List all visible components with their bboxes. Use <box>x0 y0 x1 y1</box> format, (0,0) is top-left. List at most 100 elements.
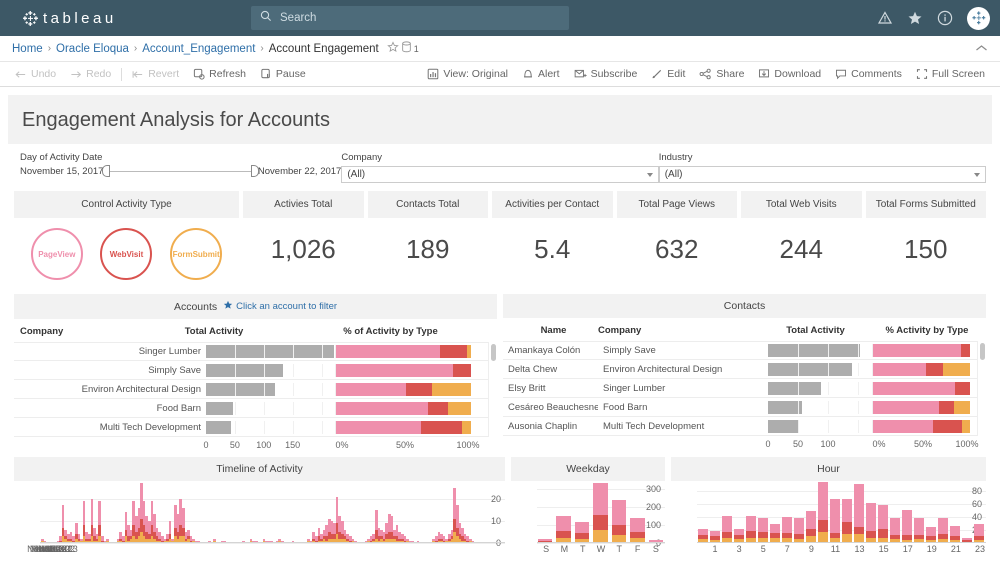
bar-column[interactable] <box>698 481 708 543</box>
slider-handle-start[interactable] <box>102 165 111 177</box>
bar-column[interactable] <box>974 481 984 543</box>
activity-type-button-pageview[interactable]: PageView <box>30 228 83 280</box>
scrollbar-thumb[interactable] <box>490 344 496 361</box>
kpi-activities-per-contact[interactable]: Activities per Contact 5.4 <box>492 191 613 288</box>
gridline <box>234 420 236 434</box>
alerts-warning-icon[interactable] <box>877 10 893 26</box>
vertical-scrollbar[interactable] <box>488 342 497 437</box>
table-row[interactable]: Cesáreo Beauchesne Food Barn <box>503 398 986 417</box>
breadcrumb-item-project[interactable]: Oracle Eloqua <box>56 43 129 55</box>
alert-button[interactable]: Alert <box>515 68 567 80</box>
full-screen-button[interactable]: Full Screen <box>909 68 992 80</box>
star-outline-icon[interactable] <box>386 40 399 58</box>
kpi-activities-total[interactable]: Activies Total 1,026 <box>243 191 364 288</box>
bar-column[interactable] <box>477 481 480 543</box>
bar-column[interactable] <box>890 481 900 543</box>
table-row[interactable]: Food Barn <box>14 399 497 418</box>
x-axis-tick: 9 <box>808 544 814 554</box>
tableau-logo[interactable]: tableau <box>22 10 117 27</box>
bar-column[interactable] <box>648 481 663 543</box>
accounts-table[interactable]: Singer Lumber Simply Save Environ Architec… <box>14 342 497 437</box>
bar-column[interactable] <box>593 481 608 543</box>
pause-button[interactable]: Pause <box>253 62 313 86</box>
bar-column[interactable] <box>710 481 720 543</box>
kpi-total-forms-submitted[interactable]: Total Forms Submitted 150 <box>865 191 986 288</box>
stack-segment <box>336 382 407 396</box>
user-avatar[interactable] <box>967 6 990 30</box>
table-row[interactable]: Multi Tech Development <box>14 418 497 437</box>
table-row[interactable]: Environ Architectural Design <box>14 380 497 399</box>
cell-company: Environ Architectural Design <box>603 363 723 375</box>
bar-column[interactable] <box>574 481 590 543</box>
bar-column[interactable] <box>878 481 888 543</box>
weekday-plot[interactable]: 0 100 200 300 <box>511 481 665 548</box>
slider-handle-end[interactable] <box>250 165 259 177</box>
refresh-button[interactable]: Refresh <box>186 62 253 86</box>
bar-column[interactable] <box>830 481 840 543</box>
kpi-total-page-views[interactable]: Total Page Views 632 <box>616 191 737 288</box>
bar-column[interactable] <box>538 481 553 543</box>
table-row[interactable]: Simply Save <box>14 361 497 380</box>
info-icon[interactable] <box>937 10 953 26</box>
bar-column[interactable] <box>854 481 864 543</box>
bar-column[interactable] <box>556 481 571 543</box>
bar-column[interactable] <box>758 481 768 543</box>
table-row[interactable]: Delta Chew Environ Architectural Design <box>503 360 986 379</box>
contacts-table[interactable]: Amankaya Colón Simply Save Delta Chew Envir… <box>503 341 986 436</box>
bar-column[interactable] <box>722 481 732 543</box>
bar-column[interactable] <box>866 481 876 543</box>
view-original-button[interactable]: View: Original <box>420 68 515 80</box>
bar-column[interactable] <box>902 481 912 543</box>
edit-button[interactable]: Edit <box>644 68 692 80</box>
bar-segment <box>611 499 627 526</box>
chevron-up-icon[interactable] <box>975 40 988 58</box>
revert-button[interactable]: Revert <box>125 62 186 86</box>
bar-column[interactable] <box>926 481 936 543</box>
bar-column[interactable] <box>770 481 780 543</box>
industry-dropdown[interactable]: (All) <box>658 166 987 183</box>
comments-button[interactable]: Comments <box>828 68 909 80</box>
bar-column[interactable] <box>818 481 828 543</box>
hour-plot[interactable]: 20406080 <box>671 481 986 543</box>
slider-track[interactable] <box>102 165 259 177</box>
search-input[interactable]: Search <box>251 6 569 30</box>
activity-type-button-webvisit[interactable]: WebVisit <box>100 228 153 280</box>
bar-column[interactable] <box>806 481 816 543</box>
bar-column[interactable] <box>630 481 645 543</box>
undo-button[interactable]: Undo <box>8 62 63 86</box>
company-dropdown[interactable]: (All) <box>341 166 659 183</box>
redo-button[interactable]: Redo <box>63 62 118 86</box>
bar-column[interactable] <box>746 481 756 543</box>
share-button[interactable]: Share <box>692 68 751 80</box>
bar-column[interactable] <box>794 481 804 543</box>
bar <box>206 401 234 415</box>
timeline-plot[interactable]: 0 10 20 <box>14 481 505 548</box>
bar-column[interactable] <box>611 481 627 543</box>
favorites-star-icon[interactable] <box>907 10 923 26</box>
pct-activity-stacked-bar <box>336 382 484 396</box>
breadcrumb-actions: 1 <box>386 40 419 58</box>
vertical-scrollbar[interactable] <box>977 341 986 436</box>
bar-column[interactable] <box>782 481 792 543</box>
breadcrumb-item-workbook[interactable]: Account_Engagement <box>142 43 255 55</box>
kpi-contacts-total[interactable]: Contacts Total 189 <box>367 191 488 288</box>
kpi-total-web-visits[interactable]: Total Web Visits 244 <box>741 191 862 288</box>
table-row[interactable]: Ausonia Chaplin Multi Tech Development <box>503 417 986 436</box>
bar-column[interactable] <box>950 481 960 543</box>
table-row[interactable]: Elsy Britt Singer Lumber <box>503 379 986 398</box>
download-button[interactable]: Download <box>751 68 828 80</box>
bar-column[interactable] <box>962 481 972 543</box>
table-row[interactable]: Singer Lumber <box>14 342 497 361</box>
bar-column[interactable] <box>842 481 852 543</box>
subscribe-button[interactable]: Subscribe <box>567 68 645 80</box>
table-row[interactable]: Amankaya Colón Simply Save <box>503 341 986 360</box>
breadcrumb-item-home[interactable]: Home <box>12 43 43 55</box>
activity-type-button-formsubmit[interactable]: FormSubmit <box>170 228 223 280</box>
database-icon[interactable] <box>401 40 412 58</box>
bar-column[interactable] <box>938 481 948 543</box>
date-range-slider[interactable]: November 15, 2017 November 22, 2017 <box>20 165 341 177</box>
scrollbar-thumb[interactable] <box>979 343 985 360</box>
stack <box>873 400 970 414</box>
bar-column[interactable] <box>734 481 744 543</box>
bar-column[interactable] <box>914 481 924 543</box>
